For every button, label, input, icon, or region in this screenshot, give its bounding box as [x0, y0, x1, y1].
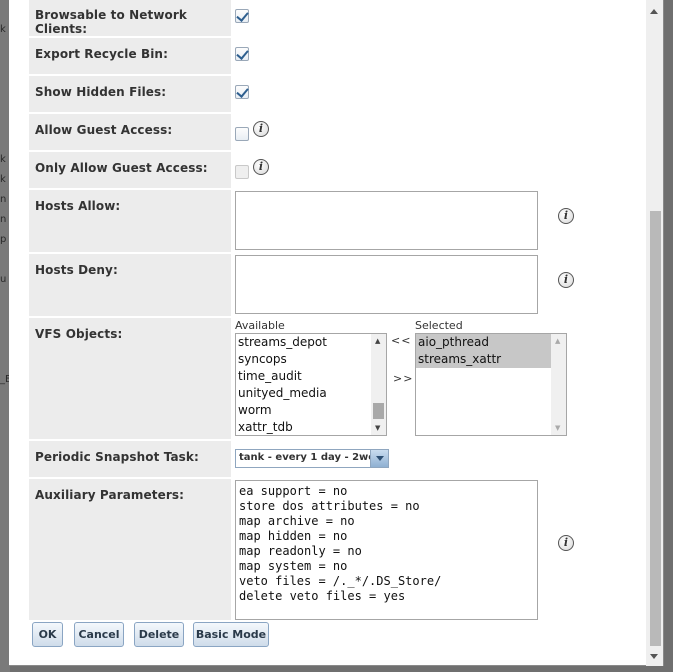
vfs-option[interactable]: syncops: [236, 351, 386, 368]
periodic-snapshot-task-value: tank - every 1 day - 2weeks: [231, 441, 647, 477]
scroll-up-icon[interactable]: ▲: [555, 337, 560, 345]
available-caption: Available: [235, 319, 285, 332]
export-recycle-bin-label: Export Recycle Bin:: [29, 38, 231, 74]
periodic-snapshot-task-label: Periodic Snapshot Task:: [29, 441, 231, 477]
show-hidden-files-checkbox[interactable]: [235, 85, 249, 99]
scroll-thumb[interactable]: [650, 211, 661, 646]
dialog-scrollbar[interactable]: [646, 0, 663, 666]
ok-button[interactable]: OK: [32, 622, 63, 647]
scroll-up-icon[interactable]: [650, 9, 658, 14]
only-allow-guest-access-label: Only Allow Guest Access:: [29, 152, 231, 188]
auxiliary-parameters-textarea[interactable]: ea support = no store dos attributes = n…: [235, 480, 538, 620]
scroll-up-icon[interactable]: ▲: [375, 337, 380, 345]
hosts-allow-value: i: [231, 190, 647, 252]
cancel-button[interactable]: Cancel: [74, 622, 124, 647]
allow-guest-access-checkbox[interactable]: [235, 127, 249, 141]
info-icon[interactable]: i: [558, 208, 574, 224]
background-text: k: [0, 154, 6, 165]
row-allow-guest-access: Allow Guest Access: i: [29, 114, 647, 152]
auxiliary-parameters-value: ea support = no store dos attributes = n…: [231, 479, 647, 620]
allow-guest-access-value: i: [231, 114, 647, 150]
row-export-recycle-bin: Export Recycle Bin:: [29, 38, 647, 76]
vfs-objects-value: Available Selected streams_depot syncops t…: [231, 318, 647, 439]
hosts-allow-label: Hosts Allow:: [29, 190, 231, 252]
background-text: n: [0, 194, 7, 205]
edit-share-dialog: Browsable to Network Clients: Export Rec…: [9, 0, 664, 666]
hosts-deny-value: i: [231, 254, 647, 316]
export-recycle-bin-checkbox[interactable]: [235, 47, 249, 61]
show-hidden-files-value: [231, 76, 647, 112]
scroll-thumb[interactable]: [373, 403, 384, 419]
browsable-label: Browsable to Network Clients:: [29, 0, 231, 36]
row-only-allow-guest-access: Only Allow Guest Access: i: [29, 152, 647, 190]
row-periodic-snapshot-task: Periodic Snapshot Task: tank - every 1 d…: [29, 441, 647, 479]
only-allow-guest-access-value: i: [231, 152, 647, 188]
export-recycle-bin-value: [231, 38, 647, 74]
periodic-snapshot-task-select[interactable]: tank - every 1 day - 2weeks: [235, 449, 389, 468]
chevron-down-icon[interactable]: [370, 450, 388, 467]
allow-guest-access-label: Allow Guest Access:: [29, 114, 231, 150]
background-text: k: [0, 174, 6, 185]
vfs-objects-label: VFS Objects:: [29, 318, 231, 439]
background-text: u: [0, 274, 7, 285]
vfs-option[interactable]: xattr_tdb: [236, 419, 386, 435]
scroll-down-icon[interactable]: [650, 654, 658, 659]
hosts-allow-textarea[interactable]: [235, 191, 538, 250]
selected-vfs-list[interactable]: aio_pthread streams_xattr ▲ ▼: [415, 333, 567, 436]
move-right-button[interactable]: >>: [393, 372, 413, 385]
info-icon[interactable]: i: [558, 272, 574, 288]
selected-snapshot-task: tank - every 1 day - 2weeks: [239, 452, 371, 463]
auxiliary-parameters-label: Auxiliary Parameters:: [29, 479, 231, 620]
row-vfs-objects: VFS Objects: Available Selected streams_…: [29, 318, 647, 441]
selected-caption: Selected: [415, 319, 463, 332]
scroll-down-icon[interactable]: ▼: [555, 424, 560, 432]
delete-button[interactable]: Delete: [134, 622, 184, 647]
share-form: Browsable to Network Clients: Export Rec…: [29, 0, 647, 622]
browsable-value: [231, 0, 647, 36]
only-allow-guest-access-checkbox: [235, 165, 249, 179]
scroll-down-icon[interactable]: ▼: [375, 424, 380, 432]
browsable-checkbox[interactable]: [235, 9, 249, 23]
move-left-button[interactable]: <<: [391, 334, 411, 347]
background-text: p: [0, 234, 7, 245]
row-auxiliary-parameters: Auxiliary Parameters: ea support = no st…: [29, 479, 647, 622]
row-show-hidden-files: Show Hidden Files:: [29, 76, 647, 114]
background-text: k: [0, 24, 6, 35]
info-icon[interactable]: i: [253, 121, 269, 137]
info-icon[interactable]: i: [558, 535, 574, 551]
basic-mode-button[interactable]: Basic Mode: [193, 622, 269, 647]
row-hosts-deny: Hosts Deny: i: [29, 254, 647, 318]
available-vfs-list[interactable]: streams_depot syncops time_audit unityed_me…: [235, 333, 387, 436]
background-text: n: [0, 214, 7, 225]
available-list-scrollbar[interactable]: ▲ ▼: [371, 334, 386, 435]
info-icon[interactable]: i: [253, 159, 269, 175]
vfs-option[interactable]: streams_depot: [236, 334, 386, 351]
vfs-option[interactable]: unityed_media: [236, 385, 386, 402]
vfs-selected-option[interactable]: aio_pthread: [416, 334, 566, 351]
hosts-deny-textarea[interactable]: [235, 255, 538, 314]
selected-list-scrollbar[interactable]: ▲ ▼: [551, 334, 566, 435]
hosts-deny-label: Hosts Deny:: [29, 254, 231, 316]
vfs-selected-option[interactable]: streams_xattr: [416, 351, 566, 368]
row-hosts-allow: Hosts Allow: i: [29, 190, 647, 254]
vfs-option[interactable]: worm: [236, 402, 386, 419]
vfs-option[interactable]: time_audit: [236, 368, 386, 385]
row-browsable: Browsable to Network Clients:: [29, 0, 647, 38]
show-hidden-files-label: Show Hidden Files:: [29, 76, 231, 112]
